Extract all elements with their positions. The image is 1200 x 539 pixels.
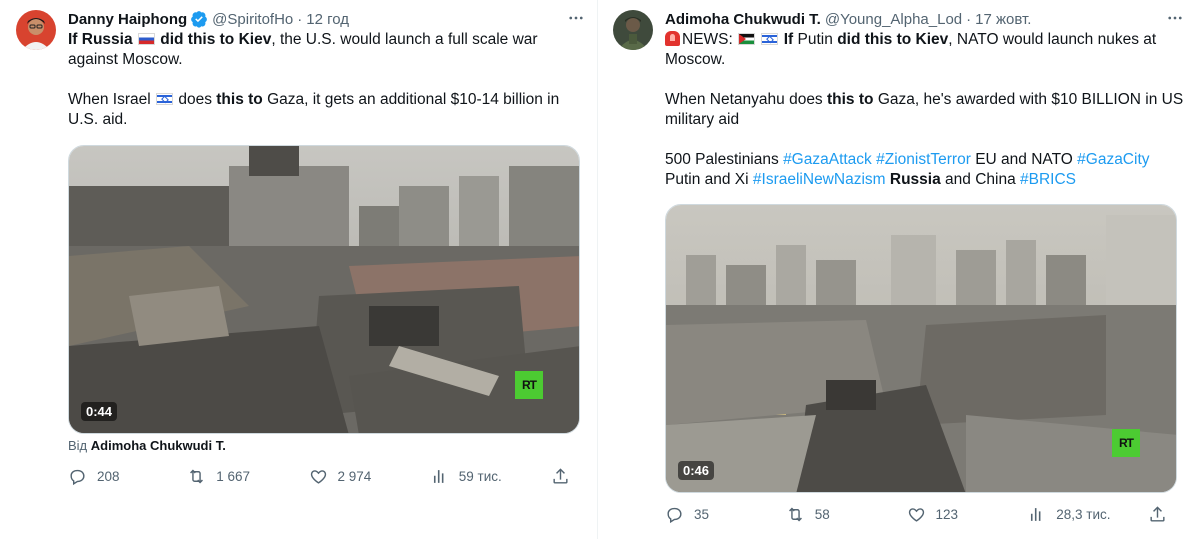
avatar[interactable] bbox=[613, 10, 653, 50]
video-duration: 0:46 bbox=[678, 461, 715, 480]
share-button[interactable] bbox=[1148, 505, 1177, 524]
tweet-text: NEWS: If Putin did this to Kiev, NATO wo… bbox=[665, 31, 1184, 188]
hashtag-link[interactable]: #ZionistTerror bbox=[876, 151, 971, 168]
separator: · bbox=[966, 10, 972, 28]
tweet-actions: 208 1 667 2 974 59 тис. bbox=[68, 467, 580, 486]
tweet-header: Danny Haiphong @SpiritofHo · 12 год bbox=[68, 0, 586, 38]
timestamp[interactable]: 12 год bbox=[306, 11, 349, 28]
share-button[interactable] bbox=[551, 467, 580, 486]
hashtag-link[interactable]: #IsraeliNewNazism bbox=[753, 171, 886, 188]
city-rubble-image bbox=[666, 205, 1176, 492]
author-name[interactable]: Danny Haiphong bbox=[68, 11, 187, 28]
repost-icon bbox=[788, 507, 802, 522]
israel-flag-icon bbox=[156, 93, 174, 105]
rt-watermark: RT bbox=[1112, 429, 1140, 457]
hashtag-link[interactable]: #GazaAttack bbox=[783, 151, 872, 168]
column-divider bbox=[597, 0, 598, 539]
repost-button[interactable]: 1 667 bbox=[187, 467, 308, 486]
palestine-flag-icon bbox=[738, 33, 756, 45]
share-icon bbox=[1150, 506, 1165, 522]
views-icon bbox=[1031, 508, 1041, 521]
views-button[interactable]: 59 тис. bbox=[430, 467, 551, 486]
attribution-author[interactable]: Adimoha Chukwudi T. bbox=[91, 438, 226, 453]
reply-button[interactable]: 208 bbox=[68, 467, 187, 486]
reply-icon bbox=[667, 507, 682, 524]
reply-icon bbox=[70, 469, 85, 486]
like-button[interactable]: 2 974 bbox=[309, 467, 430, 486]
separator: · bbox=[297, 10, 303, 28]
video-thumbnail[interactable]: RT 0:44 bbox=[68, 145, 580, 434]
author-handle[interactable]: @Young_Alpha_Lod bbox=[825, 11, 962, 28]
rubble-scene-image bbox=[69, 146, 579, 433]
views-icon bbox=[433, 470, 444, 483]
author-handle[interactable]: @SpiritofHo bbox=[212, 11, 293, 28]
like-icon bbox=[908, 508, 924, 522]
rt-watermark: RT bbox=[515, 371, 543, 399]
views-button[interactable]: 28,3 тис. bbox=[1027, 505, 1148, 524]
verified-icon bbox=[191, 11, 208, 28]
timestamp[interactable]: 17 жовт. bbox=[975, 11, 1031, 28]
hashtag-link[interactable]: #BRICS bbox=[1020, 171, 1076, 188]
share-icon bbox=[553, 468, 568, 484]
video-thumbnail[interactable]: RT 0:46 bbox=[665, 204, 1177, 493]
tweet-text: If Russia did this to Kiev, the U.S. wou… bbox=[68, 31, 560, 128]
more-icon[interactable] bbox=[1165, 8, 1185, 28]
repost-icon bbox=[190, 469, 204, 484]
author-name[interactable]: Adimoha Chukwudi T. bbox=[665, 11, 821, 28]
video-duration: 0:44 bbox=[81, 402, 118, 421]
like-button[interactable]: 123 bbox=[907, 505, 1028, 524]
avatar[interactable] bbox=[16, 10, 56, 50]
israel-flag-icon bbox=[761, 33, 779, 45]
repost-button[interactable]: 58 bbox=[786, 505, 907, 524]
attribution: Від Adimoha Chukwudi T. bbox=[68, 438, 226, 453]
hashtag-link[interactable]: #GazaCity bbox=[1077, 151, 1149, 168]
tweet-actions: 35 58 123 28,3 тис. bbox=[665, 505, 1177, 524]
more-icon[interactable] bbox=[566, 8, 586, 28]
reply-button[interactable]: 35 bbox=[665, 505, 786, 524]
like-icon bbox=[310, 470, 326, 484]
siren-icon bbox=[665, 31, 680, 46]
